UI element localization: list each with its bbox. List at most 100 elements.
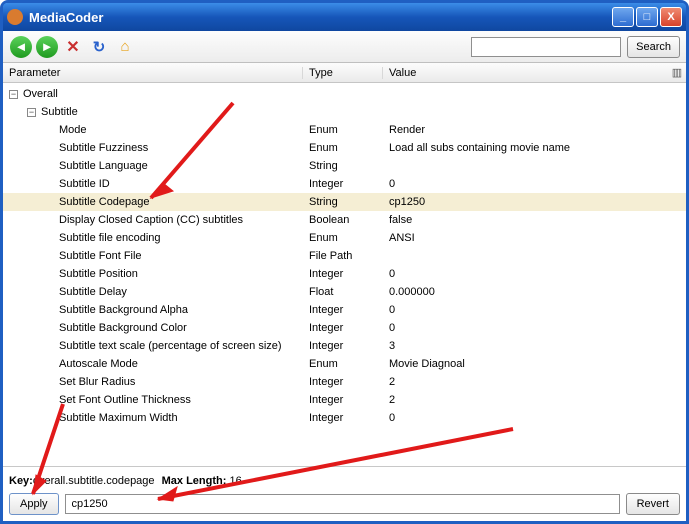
param-label: Subtitle Fuzziness bbox=[59, 139, 148, 157]
type-label: String bbox=[303, 157, 383, 175]
param-label: Subtitle ID bbox=[59, 175, 110, 193]
maxlength-value: 16 bbox=[229, 475, 241, 487]
home-button[interactable]: ⌂ bbox=[113, 35, 137, 59]
param-label: Subtitle Codepage bbox=[59, 193, 150, 211]
type-label: Enum bbox=[303, 229, 383, 247]
maximize-button[interactable]: □ bbox=[636, 7, 658, 27]
value-label: ANSI bbox=[383, 229, 686, 247]
stop-button[interactable]: ✕ bbox=[61, 35, 85, 59]
param-label: Subtitle Maximum Width bbox=[59, 409, 178, 427]
table-row[interactable]: Subtitle Maximum Width Integer0 bbox=[3, 409, 686, 427]
table-row[interactable]: Autoscale Mode EnumMovie Diagnoal bbox=[3, 355, 686, 373]
type-label: String bbox=[303, 193, 383, 211]
type-label: Integer bbox=[303, 373, 383, 391]
type-label: Integer bbox=[303, 409, 383, 427]
table-row[interactable]: Subtitle Language String bbox=[3, 157, 686, 175]
toolbar: ◄ ► ✕ ↻ ⌂ Search bbox=[3, 31, 686, 63]
type-label: File Path bbox=[303, 247, 383, 265]
table-row[interactable]: Display Closed Caption (CC) subtitles Boo… bbox=[3, 211, 686, 229]
param-label: Subtitle Background Alpha bbox=[59, 301, 188, 319]
column-options-icon[interactable]: ▥ bbox=[668, 66, 686, 79]
param-label: Subtitle file encoding bbox=[59, 229, 161, 247]
column-header-parameter[interactable]: Parameter bbox=[3, 67, 303, 79]
type-label: Enum bbox=[303, 355, 383, 373]
titlebar: MediaCoder _ □ X bbox=[3, 3, 686, 31]
column-header-value[interactable]: Value bbox=[383, 67, 668, 79]
table-row[interactable]: Subtitle Delay Float0.000000 bbox=[3, 283, 686, 301]
type-label: Integer bbox=[303, 337, 383, 355]
reload-button[interactable]: ↻ bbox=[87, 35, 111, 59]
table-row[interactable]: Subtitle Background Color Integer0 bbox=[3, 319, 686, 337]
search-input[interactable] bbox=[471, 37, 621, 57]
type-label: Integer bbox=[303, 319, 383, 337]
table-row[interactable]: Subtitle Fuzziness EnumLoad all subs cont… bbox=[3, 139, 686, 157]
type-label: Integer bbox=[303, 301, 383, 319]
value-label: Load all subs containing movie name bbox=[383, 139, 686, 157]
table-row[interactable]: Subtitle ID Integer0 bbox=[3, 175, 686, 193]
table-row[interactable]: Set Font Outline Thickness Integer2 bbox=[3, 391, 686, 409]
type-label: Enum bbox=[303, 139, 383, 157]
table-row[interactable]: Subtitle Background Alpha Integer0 bbox=[3, 301, 686, 319]
table-row[interactable]: Subtitle Position Integer0 bbox=[3, 265, 686, 283]
key-value: overall.subtitle.codepage bbox=[33, 475, 155, 487]
search-button[interactable]: Search bbox=[627, 36, 680, 58]
param-label: Mode bbox=[59, 121, 87, 139]
type-label: Integer bbox=[303, 175, 383, 193]
param-label: Subtitle bbox=[41, 103, 78, 121]
table-row[interactable]: Set Blur Radius Integer2 bbox=[3, 373, 686, 391]
param-label: Autoscale Mode bbox=[59, 355, 138, 373]
value-label: 2 bbox=[383, 373, 686, 391]
parameter-tree[interactable]: −Overall−SubtitleModeEnumRenderSubtitle … bbox=[3, 83, 686, 466]
value-label: 0 bbox=[383, 175, 686, 193]
forward-button[interactable]: ► bbox=[35, 35, 59, 59]
table-row[interactable]: Subtitle file encoding EnumANSI bbox=[3, 229, 686, 247]
type-label: Integer bbox=[303, 265, 383, 283]
expander-icon[interactable]: − bbox=[9, 90, 18, 99]
value-label: 0 bbox=[383, 409, 686, 427]
close-button[interactable]: X bbox=[660, 7, 682, 27]
value-label: 0 bbox=[383, 301, 686, 319]
value-label: 3 bbox=[383, 337, 686, 355]
param-label: Display Closed Caption (CC) subtitles bbox=[59, 211, 243, 229]
back-button[interactable]: ◄ bbox=[9, 35, 33, 59]
value-label: Movie Diagnoal bbox=[383, 355, 686, 373]
revert-button[interactable]: Revert bbox=[626, 493, 680, 515]
table-row[interactable]: Mode EnumRender bbox=[3, 121, 686, 139]
tree-category[interactable]: −Subtitle bbox=[3, 103, 686, 121]
value-label: 0.000000 bbox=[383, 283, 686, 301]
value-label: 0 bbox=[383, 265, 686, 283]
type-label: Float bbox=[303, 283, 383, 301]
minimize-button[interactable]: _ bbox=[612, 7, 634, 27]
type-label: Enum bbox=[303, 121, 383, 139]
value-label: 2 bbox=[383, 391, 686, 409]
param-label: Overall bbox=[23, 85, 58, 103]
column-header-type[interactable]: Type bbox=[303, 67, 383, 79]
table-row[interactable]: Subtitle Font File File Path bbox=[3, 247, 686, 265]
value-label: 0 bbox=[383, 319, 686, 337]
value-label: cp1250 bbox=[383, 193, 686, 211]
param-label: Subtitle Delay bbox=[59, 283, 127, 301]
param-label: Subtitle text scale (percentage of scree… bbox=[59, 337, 282, 355]
param-label: Set Font Outline Thickness bbox=[59, 391, 191, 409]
type-label: Boolean bbox=[303, 211, 383, 229]
param-label: Subtitle Position bbox=[59, 265, 138, 283]
app-icon bbox=[7, 9, 23, 25]
param-label: Set Blur Radius bbox=[59, 373, 135, 391]
value-label: false bbox=[383, 211, 686, 229]
table-row[interactable]: Subtitle Codepage Stringcp1250 bbox=[3, 193, 686, 211]
param-label: Subtitle Language bbox=[59, 157, 148, 175]
value-input[interactable] bbox=[65, 494, 620, 514]
tree-category[interactable]: −Overall bbox=[3, 85, 686, 103]
footer: Key:overall.subtitle.codepage Max Length… bbox=[3, 466, 686, 521]
expander-icon[interactable]: − bbox=[27, 108, 36, 117]
table-header: Parameter Type Value ▥ bbox=[3, 63, 686, 83]
table-row[interactable]: Subtitle text scale (percentage of scree… bbox=[3, 337, 686, 355]
key-label: Key: bbox=[9, 475, 33, 487]
value-label: Render bbox=[383, 121, 686, 139]
param-label: Subtitle Font File bbox=[59, 247, 142, 265]
type-label: Integer bbox=[303, 391, 383, 409]
apply-button[interactable]: Apply bbox=[9, 493, 59, 515]
param-label: Subtitle Background Color bbox=[59, 319, 187, 337]
window-title: MediaCoder bbox=[29, 10, 612, 25]
maxlength-label: Max Length: bbox=[162, 475, 227, 487]
